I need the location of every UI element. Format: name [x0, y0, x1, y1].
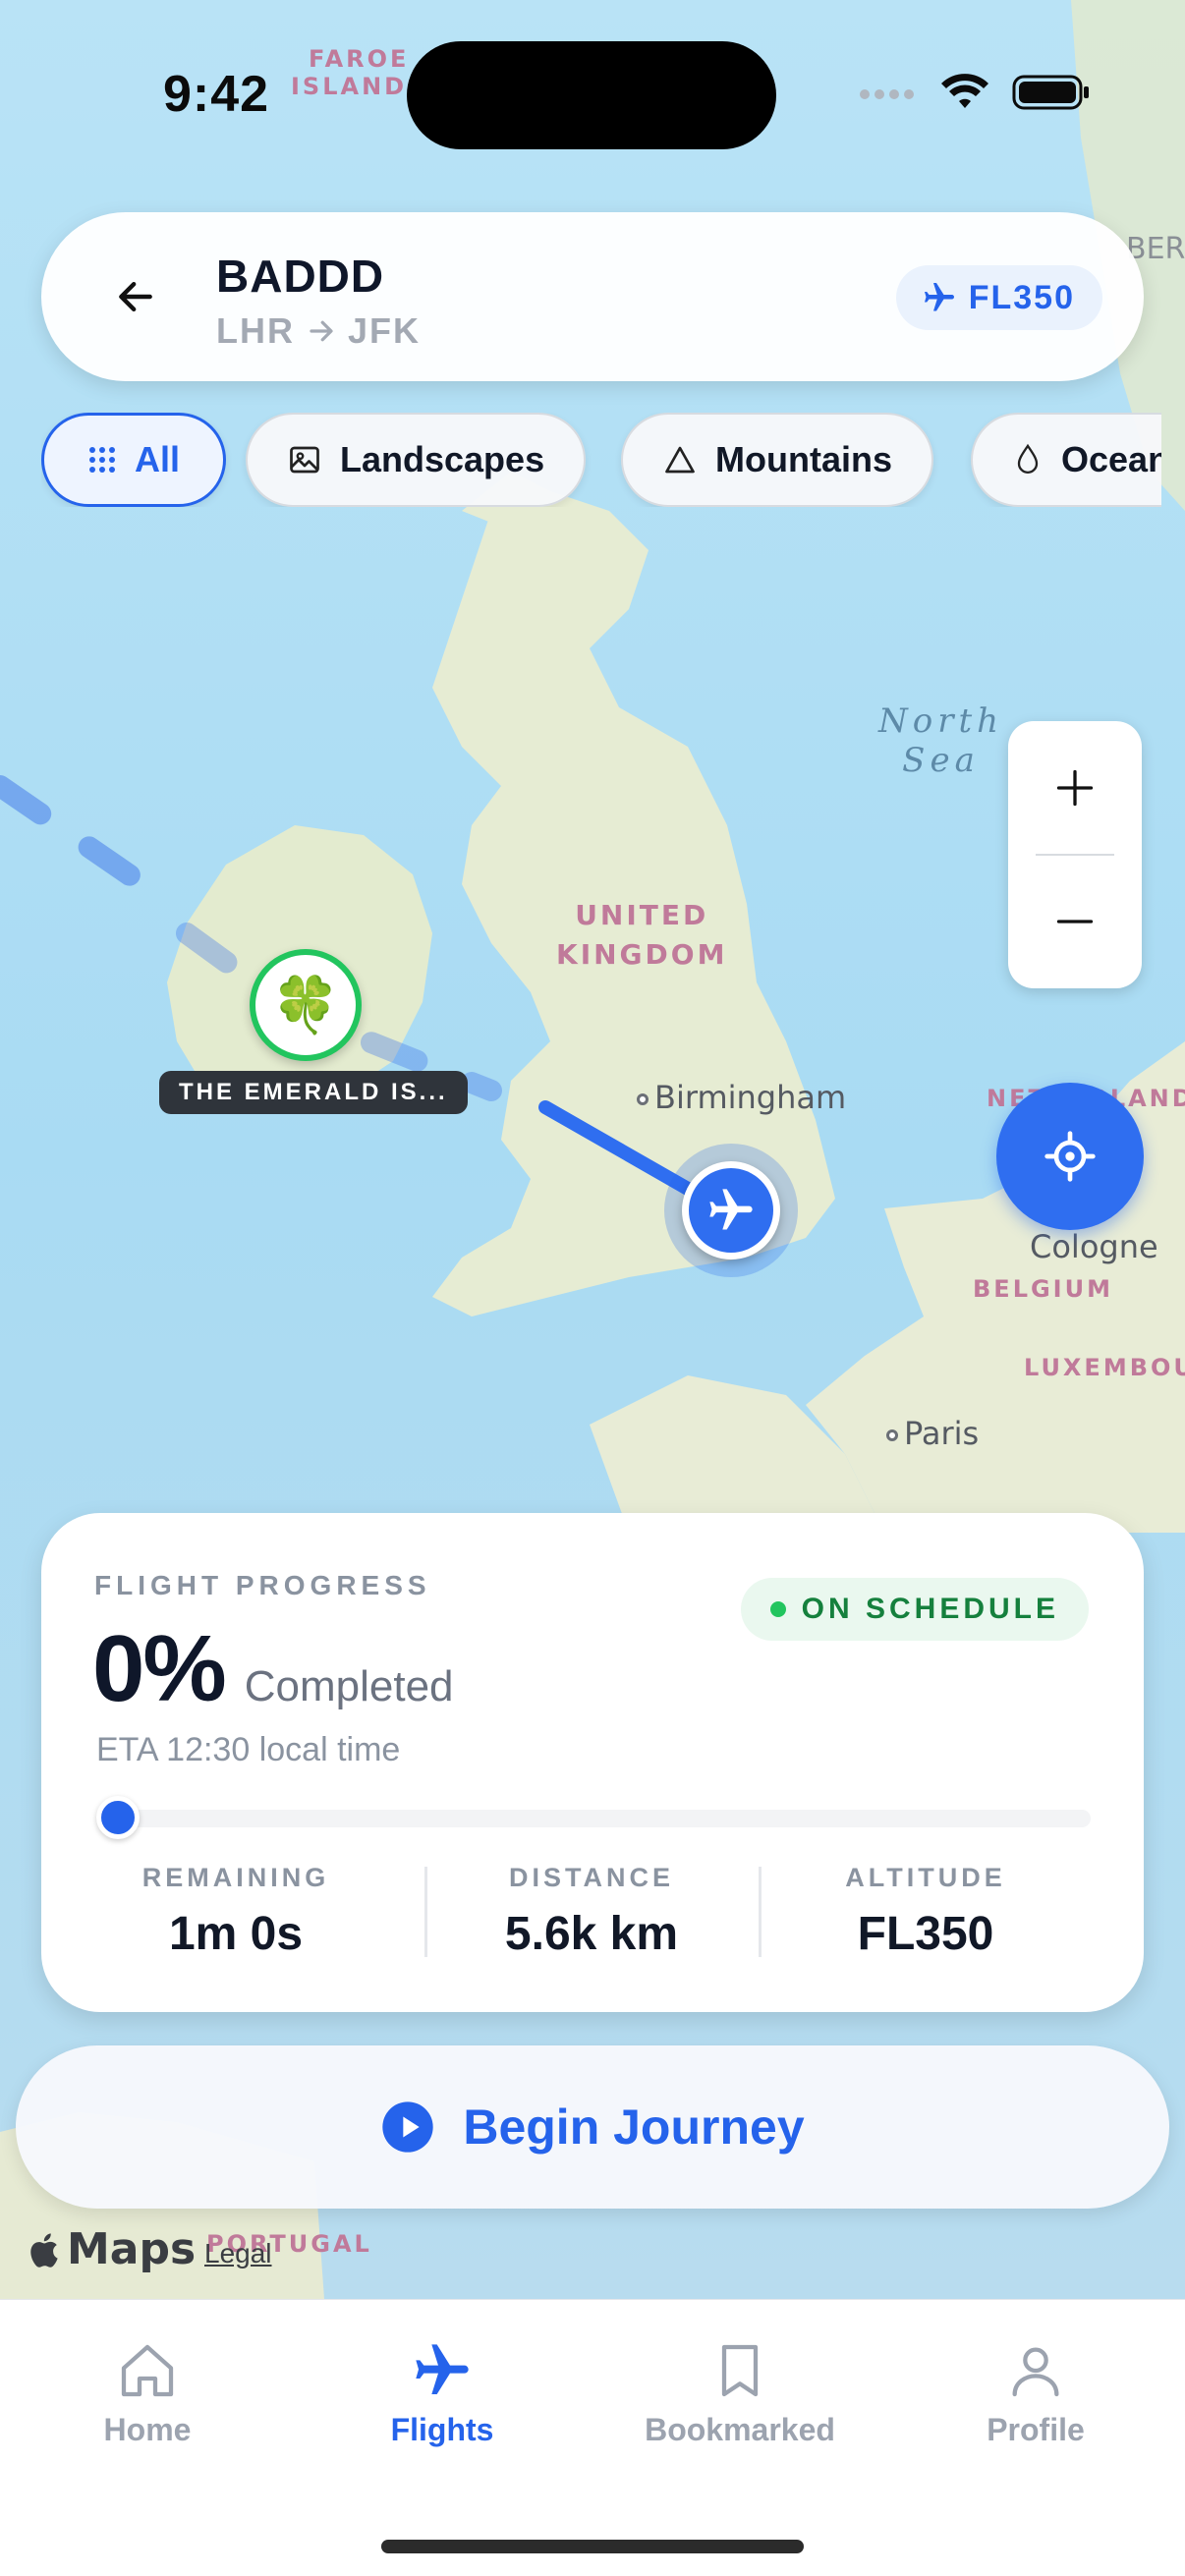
poi-marker[interactable]: 🍀 — [250, 949, 362, 1061]
grid-icon — [89, 447, 115, 473]
home-indicator — [381, 2540, 804, 2553]
flight-progress-card: FLIGHT PROGRESS ON SCHEDULE 0% Completed… — [41, 1513, 1144, 2012]
map-label-uk: UNITED KINGDOM — [556, 899, 728, 971]
origin-code: LHR — [216, 310, 295, 351]
stat-remaining: REMAINING 1m 0s — [69, 1863, 403, 1961]
back-button[interactable] — [100, 261, 171, 332]
progress-percent-label: Completed — [244, 1662, 454, 1710]
city-birmingham: Birmingham — [637, 1079, 846, 1116]
stat-label: REMAINING — [141, 1863, 330, 1892]
filter-chip-label: Mountains — [715, 439, 892, 479]
stat-value: 1m 0s — [168, 1908, 304, 1960]
tab-flights[interactable]: Flights — [295, 2339, 590, 2448]
flight-route: LHR JFK — [216, 310, 421, 352]
clover-icon: 🍀 — [271, 974, 340, 1037]
airplane-icon — [924, 283, 954, 311]
tab-label: Flights — [390, 2412, 494, 2447]
zoom-in-button[interactable] — [1008, 721, 1142, 855]
zoom-out-button[interactable] — [1008, 855, 1142, 988]
arrow-left-icon — [119, 281, 152, 312]
progress-knob[interactable] — [96, 1796, 140, 1839]
drop-icon — [1017, 443, 1039, 475]
minus-icon — [1056, 920, 1094, 924]
flight-level-value: FL350 — [968, 278, 1075, 316]
recenter-button[interactable] — [996, 1083, 1144, 1230]
flight-code: BADDD — [216, 251, 385, 302]
city-paris: Paris — [886, 1415, 979, 1452]
stat-altitude: ALTITUDE FL350 — [759, 1863, 1093, 1961]
map-label-luxembourg: LUXEMBOURG — [1024, 1354, 1185, 1381]
begin-journey-button[interactable]: Begin Journey — [16, 2045, 1169, 2209]
map-label-north-sea: North Sea — [878, 701, 1004, 780]
wifi-icon — [941, 74, 988, 108]
tab-home[interactable]: Home — [0, 2339, 295, 2448]
status-text: ON SCHEDULE — [801, 1593, 1059, 1625]
dynamic-island — [407, 41, 776, 149]
maps-brand: Maps — [67, 2224, 197, 2274]
filter-chip-mountains[interactable]: Mountains — [621, 413, 933, 507]
tab-label: Bookmarked — [645, 2412, 835, 2447]
progress-summary: 0% Completed — [92, 1615, 454, 1723]
apple-logo-icon — [30, 2232, 58, 2268]
progress-percent: 0% — [92, 1616, 227, 1721]
map-label-belgium: BELGIUM — [973, 1275, 1113, 1303]
stat-label: DISTANCE — [508, 1863, 674, 1892]
status-time: 9:42 — [163, 66, 270, 123]
image-icon — [290, 446, 319, 474]
legal-link[interactable]: Legal — [204, 2238, 272, 2269]
battery-icon — [1012, 75, 1089, 110]
bookmark-icon — [721, 2344, 759, 2397]
filter-chip-landscapes[interactable]: Landscapes — [246, 413, 587, 507]
filter-chip-all[interactable]: All — [41, 413, 226, 507]
progress-bar[interactable] — [96, 1810, 1091, 1827]
zoom-control — [1008, 721, 1142, 988]
flight-level-badge: FL350 — [895, 265, 1102, 330]
begin-journey-label: Begin Journey — [463, 2100, 805, 2155]
plus-icon — [1056, 769, 1094, 807]
status-dot — [769, 1601, 786, 1617]
aircraft-marker[interactable] — [664, 1144, 798, 1277]
status-badge: ON SCHEDULE — [740, 1578, 1089, 1641]
filter-chip-ocean[interactable]: Ocean — [971, 413, 1161, 507]
tab-bar: Home Flights Bookmarked Profile — [0, 2299, 1185, 2576]
eta-text: ETA 12:30 local time — [96, 1731, 401, 1768]
crosshair-icon — [1044, 1131, 1096, 1182]
progress-title: FLIGHT PROGRESS — [94, 1570, 431, 1600]
poi-label[interactable]: THE EMERALD IS... — [159, 1071, 468, 1114]
home-icon — [121, 2344, 174, 2397]
stat-value: 5.6k km — [504, 1908, 679, 1960]
stat-label: ALTITUDE — [845, 1863, 1006, 1892]
airplane-icon — [416, 2344, 469, 2394]
flight-header-card: BADDD LHR JFK FL350 — [41, 212, 1144, 381]
filter-chip-label: Landscapes — [340, 439, 545, 479]
destination-code: JFK — [348, 310, 422, 351]
play-circle-icon — [382, 2101, 434, 2153]
arrow-right-icon — [310, 320, 333, 342]
tab-bookmarked[interactable]: Bookmarked — [592, 2339, 887, 2448]
category-filter-bar: All Landscapes Mountains Ocean — [41, 413, 1161, 507]
tab-label: Home — [103, 2412, 192, 2447]
stat-value: FL350 — [857, 1908, 994, 1960]
filter-chip-label: All — [135, 439, 181, 479]
person-icon — [1012, 2347, 1059, 2397]
tab-profile[interactable]: Profile — [888, 2339, 1183, 2448]
triangle-icon — [665, 446, 695, 474]
cellular-signal-icon — [860, 89, 914, 99]
maps-attribution: Maps — [29, 2224, 196, 2274]
city-cologne: Cologne — [1030, 1228, 1158, 1265]
airplane-icon — [709, 1189, 753, 1230]
stat-distance: DISTANCE 5.6k km — [424, 1863, 759, 1961]
filter-chip-label: Ocean — [1061, 439, 1161, 479]
status-bar: 9:42 — [0, 0, 1185, 196]
tab-label: Profile — [987, 2412, 1085, 2447]
